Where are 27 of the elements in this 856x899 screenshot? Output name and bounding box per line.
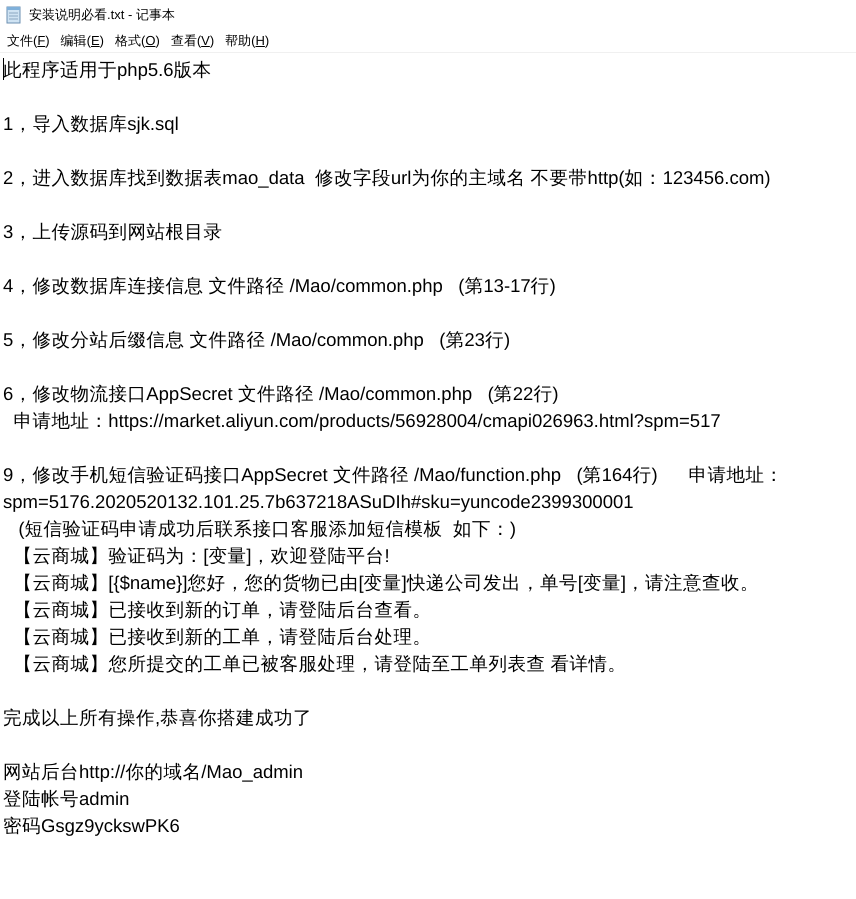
menu-item[interactable]: 编辑(E)	[56, 30, 110, 52]
window-title: 安装说明必看.txt - 记事本	[29, 6, 175, 24]
text-line: 【云商城】已接收到新的订单，请登陆后台查看。	[12, 598, 432, 622]
menu-item[interactable]: 查看(V)	[166, 30, 220, 52]
text-line: 5，修改分站后缀信息 文件路径 /Mao/common.php (第23行)	[3, 328, 510, 352]
notepad-icon	[6, 6, 22, 24]
text-line: 【云商城】验证码为：[变量]，欢迎登陆平台!	[12, 544, 390, 568]
text-line: 6，修改物流接口AppSecret 文件路径 /Mao/common.php (第22行)	[3, 382, 558, 406]
text-line: 申请地址：https://market.aliyun.com/products/56928004/cmapi026963.html?spm=517	[12, 409, 721, 433]
menu-item[interactable]: 帮助(H)	[220, 30, 276, 52]
text-line: 3，上传源码到网站根目录	[3, 220, 222, 244]
text-line: spm=5176.2020520132.101.25.7b637218ASuDIh#sku=yuncode2399300001	[3, 490, 634, 514]
text-line: 9，修改手机短信验证码接口AppSecret 文件路径 /Mao/function.php (第164行) 申请地址：	[3, 463, 784, 487]
text-line: 【云商城】已接收到新的工单，请登陆后台处理。	[12, 625, 432, 649]
text-line: 完成以上所有操作,恭喜你搭建成功了	[3, 706, 312, 730]
text-line: 4，修改数据库连接信息 文件路径 /Mao/common.php (第13-17行)	[3, 274, 556, 298]
text-line: 【云商城】您所提交的工单已被客服处理，请登陆至工单列表查 看详情。	[12, 652, 626, 676]
text-line: 密码Gsgz9yckswPK6	[3, 814, 180, 838]
text-line: (短信验证码申请成功后联系接口客服添加短信模板 如下：)	[17, 517, 516, 541]
menu-item[interactable]: 格式(O)	[110, 30, 166, 52]
menu-item[interactable]: 文件(F)	[2, 30, 56, 52]
text-line: 网站后台http://你的域名/Mao_admin	[3, 760, 304, 784]
text-line: 此程序适用于php5.6版本	[3, 58, 212, 82]
text-line: 登陆帐号admin	[3, 787, 130, 811]
text-line: 【云商城】[{$name}]您好，您的货物已由[变量]快递公司发出，单号[变量]，请注意查收。	[12, 571, 760, 595]
text-line: 1，导入数据库sjk.sql	[3, 112, 179, 136]
text-line: 2，进入数据库找到数据表mao_data 修改字段url为你的主域名 不要带http(如：123456.com)	[3, 166, 771, 190]
